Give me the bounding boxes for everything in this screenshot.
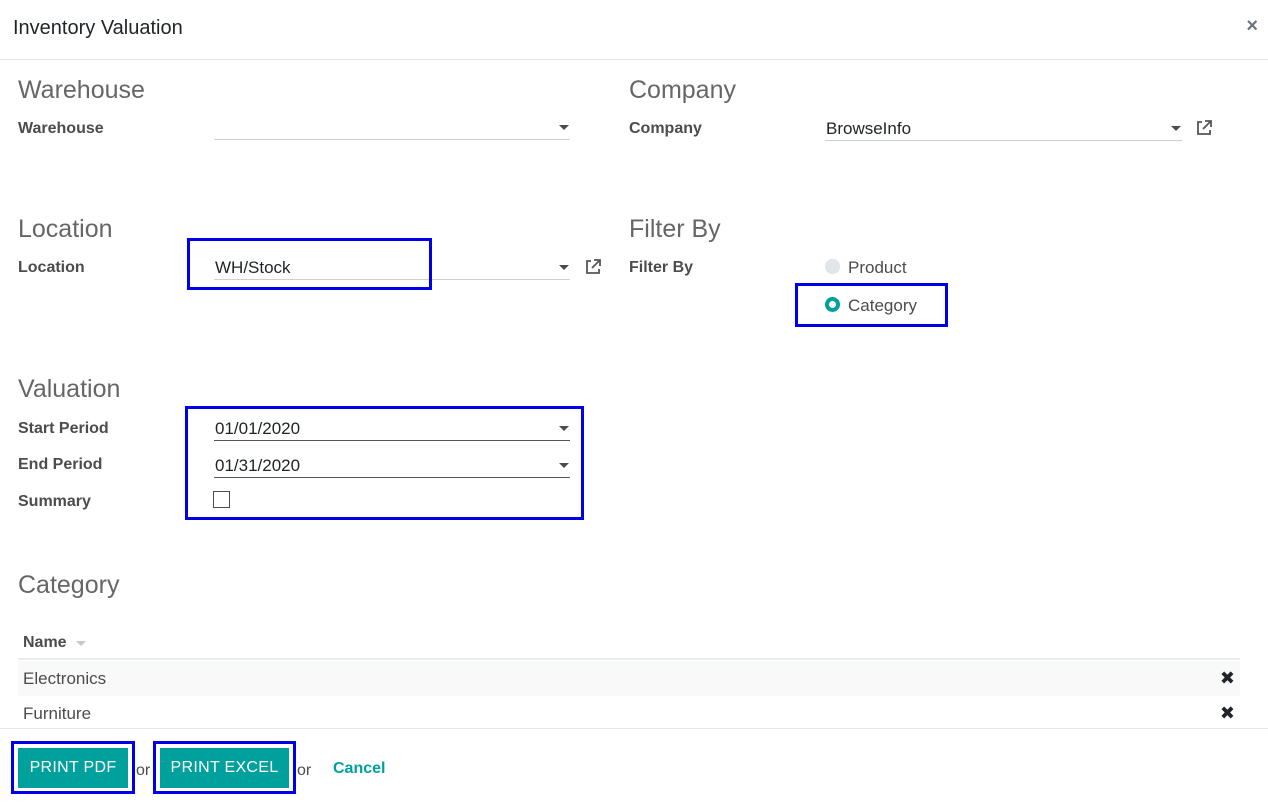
chevron-down-icon [1171,126,1181,131]
delete-row-icon[interactable]: ✖ [1220,668,1235,689]
valuation-section-title: Valuation [18,375,121,403]
category-name-cell: Furniture [23,704,92,723]
external-link-icon[interactable] [1195,119,1213,137]
company-value: BrowseInfo [826,119,912,138]
table-row[interactable]: Furniture ✖ [18,696,1240,731]
end-period-label: End Period [18,456,103,473]
chevron-down-icon [559,265,569,270]
location-highlight-box [187,238,432,290]
dialog-title: Inventory Valuation [13,17,183,39]
start-period-label: Start Period [18,420,109,437]
location-label: Location [18,259,85,276]
sort-caret-icon [76,641,86,646]
dialog-header: Inventory Valuation × [0,0,1268,60]
delete-row-icon[interactable]: ✖ [1220,703,1235,724]
table-row[interactable]: Electronics ✖ [18,661,1240,696]
external-link-icon[interactable] [584,258,602,276]
summary-label: Summary [18,493,91,510]
chevron-down-icon [559,125,569,130]
print-excel-highlight-box [153,741,296,794]
close-icon[interactable]: × [1246,14,1258,38]
valuation-highlight-box [185,406,584,520]
warehouse-section-title: Warehouse [18,76,145,104]
category-name-cell: Electronics [23,669,107,688]
or-separator: or [136,762,151,779]
or-separator: or [297,762,312,779]
print-pdf-highlight-box [11,741,135,794]
filter-section-title: Filter By [629,215,721,243]
warehouse-select[interactable] [214,116,570,140]
category-section-title: Category [18,571,120,599]
warehouse-label: Warehouse [18,120,104,137]
radio-product-label[interactable]: Product [848,258,907,278]
radio-product[interactable] [825,259,840,274]
filter-label: Filter By [629,259,694,276]
table-header: Name [18,625,1240,660]
location-section-title: Location [18,215,113,243]
cancel-link[interactable]: Cancel [333,760,385,778]
company-select[interactable]: BrowseInfo [825,117,1182,141]
company-section-title: Company [629,76,736,104]
column-header-name[interactable]: Name [23,634,67,652]
company-label: Company [629,120,702,137]
inventory-valuation-dialog: Inventory Valuation × Warehouse Warehous… [0,0,1268,810]
category-highlight-box [795,283,948,327]
